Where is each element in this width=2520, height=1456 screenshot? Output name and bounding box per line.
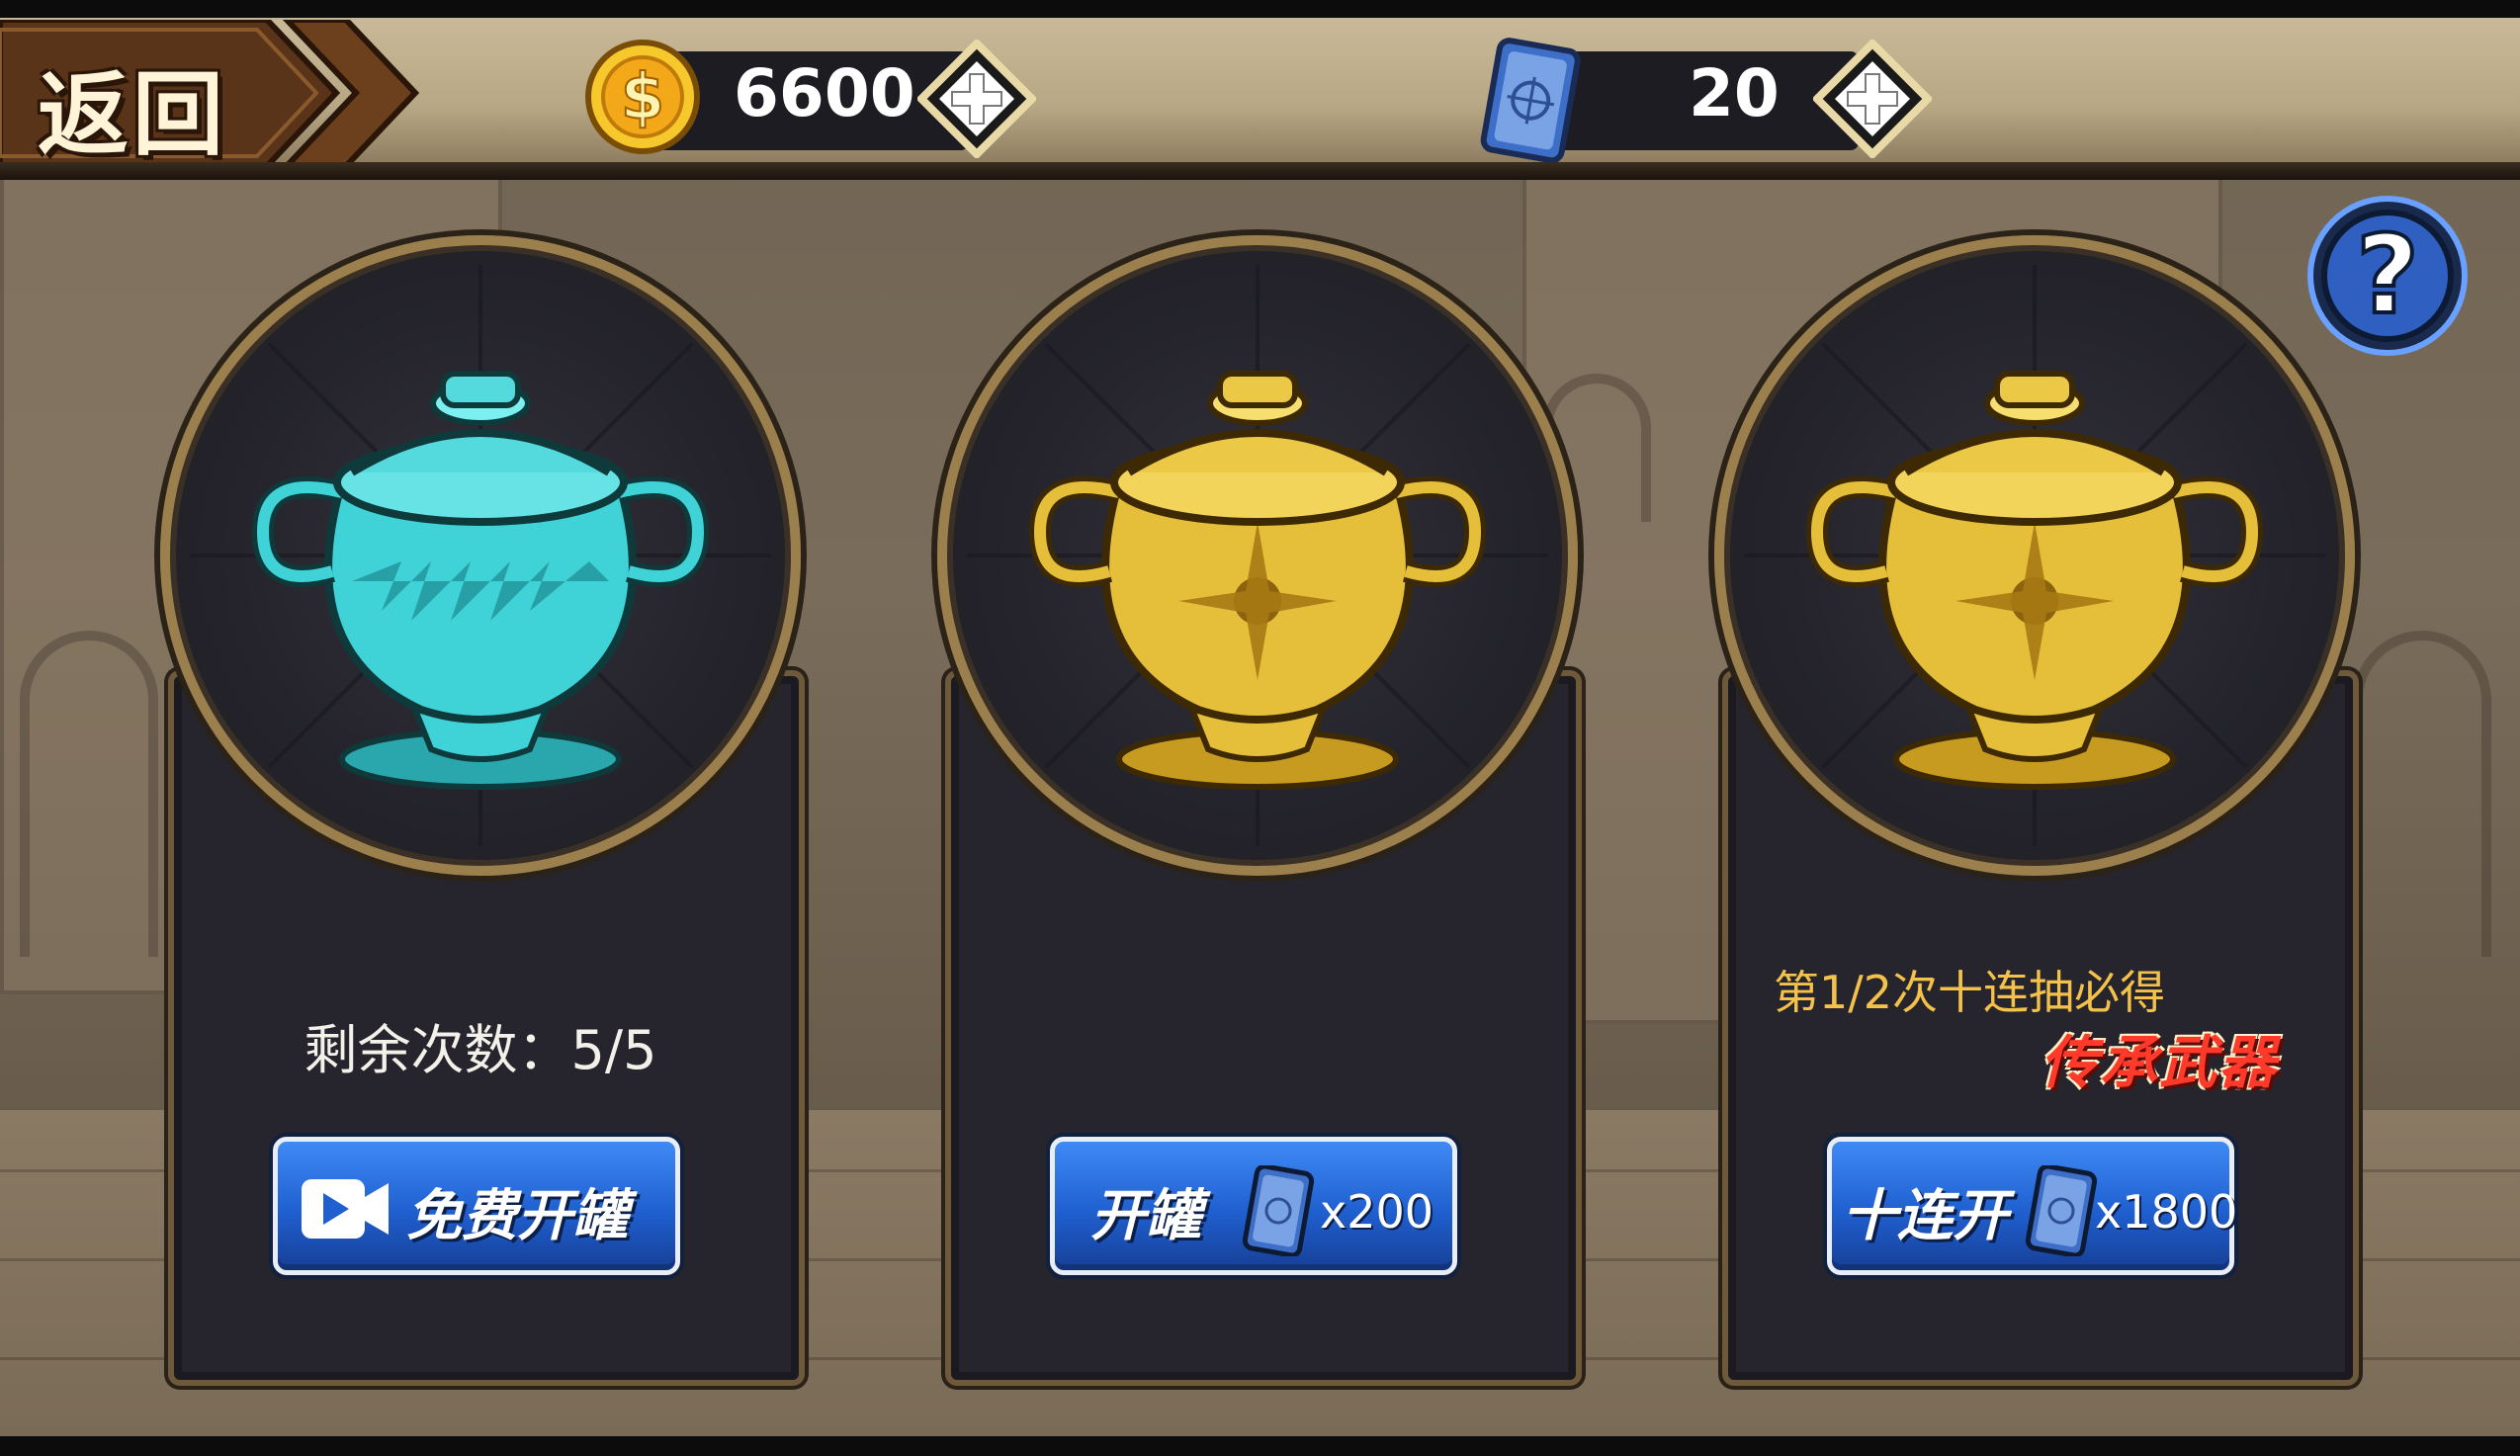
top-bar: 返回 $ 6600 20 bbox=[0, 18, 2520, 168]
ten-draw-button[interactable]: 十连开 x1800 bbox=[1827, 1137, 2238, 1275]
gold-pot-icon bbox=[1805, 371, 2264, 790]
background-arch bbox=[2353, 631, 2491, 957]
question-mark-icon: ? bbox=[2356, 212, 2419, 338]
open-pot-cost: x200 bbox=[1320, 1185, 1434, 1239]
gold-coin-icon: $ bbox=[585, 40, 700, 154]
ten-draw-cost: x1800 bbox=[2095, 1185, 2238, 1239]
promo-highlight: 传承武器 bbox=[2041, 1029, 2279, 1096]
ten-draw-label: 十连开 bbox=[1842, 1184, 2008, 1248]
video-icon bbox=[302, 1179, 389, 1239]
cyan-pot-icon bbox=[251, 371, 710, 790]
card-icon bbox=[1480, 38, 1581, 164]
top-bar-border bbox=[0, 162, 2520, 180]
free-open-label: 免费开罐 bbox=[406, 1184, 628, 1248]
back-label: 返回 bbox=[38, 62, 228, 168]
card-value: 20 bbox=[1689, 55, 1780, 131]
gold-pot-icon bbox=[1028, 371, 1487, 790]
free-open-button[interactable]: 免费开罐 bbox=[273, 1137, 680, 1275]
game-screen: 返回 $ 6600 20 ? 剩余次数：5/5 免费开罐 开罐 x200 第1/… bbox=[0, 18, 2520, 1436]
promo-text: 第1/2次十连抽必得 bbox=[1774, 966, 2166, 1019]
svg-text:$: $ bbox=[621, 61, 665, 134]
add-card-button[interactable] bbox=[1813, 40, 1932, 158]
card-icon bbox=[2026, 1165, 2097, 1256]
background-arch bbox=[20, 631, 158, 957]
open-pot-label: 开罐 bbox=[1090, 1184, 1201, 1248]
remaining-count: 剩余次数：5/5 bbox=[304, 1019, 657, 1081]
pot-card-single: 开罐 x200 bbox=[937, 235, 1582, 1387]
card-icon bbox=[1243, 1165, 1314, 1256]
pot-card-ten: 第1/2次十连抽必得 传承武器 十连开 x1800 bbox=[1714, 235, 2359, 1387]
back-button[interactable]: 返回 bbox=[0, 20, 425, 168]
add-gold-button[interactable] bbox=[917, 40, 1036, 158]
pot-card-free: 剩余次数：5/5 免费开罐 bbox=[160, 235, 805, 1387]
open-pot-button[interactable]: 开罐 x200 bbox=[1050, 1137, 1457, 1275]
gold-value: 6600 bbox=[734, 55, 915, 131]
